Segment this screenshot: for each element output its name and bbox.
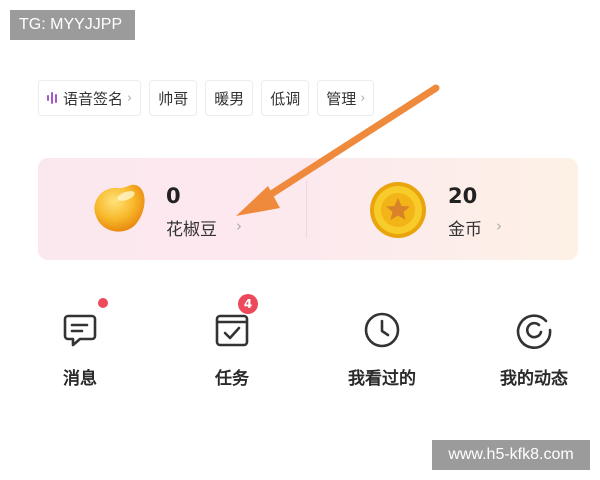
tag-label: 暖男: [214, 89, 245, 108]
menu-item-history[interactable]: 我看过的: [322, 310, 442, 400]
refresh-icon: [516, 314, 552, 349]
profile-tags-row: 语音签名 › 帅哥 暖男 低调 管理 ›: [38, 80, 375, 116]
voice-wave-icon: [47, 92, 57, 104]
tag-label: 低调: [270, 89, 301, 108]
beans-value: 0: [166, 184, 181, 208]
menu-item-my-posts[interactable]: 我的动态: [474, 310, 594, 400]
task-count-badge: 4: [238, 294, 258, 314]
menu-item-label: 我看过的: [348, 369, 416, 389]
menu-item-messages[interactable]: 消息: [20, 298, 140, 400]
beans-label: 花椒豆: [166, 220, 217, 240]
coins-value: 20: [448, 184, 478, 208]
tag-label: 语音签名: [63, 89, 124, 108]
coins-label: 金币: [448, 220, 482, 240]
beans-entry[interactable]: 0 花椒豆 ›: [38, 158, 306, 260]
tag-label: 管理: [326, 89, 357, 108]
tag-handsome[interactable]: 帅哥: [149, 80, 198, 116]
top-watermark: TG: MYYJJPP: [10, 10, 135, 40]
bottom-watermark: www.h5-kfk8.com: [432, 440, 590, 470]
chevron-right-icon: ›: [360, 90, 366, 106]
menu-item-label: 我的动态: [500, 369, 568, 389]
menu-item-tasks[interactable]: 4 任务: [172, 294, 292, 400]
coin-icon: [370, 182, 426, 238]
tag-label: 帅哥: [158, 89, 189, 108]
tag-voice-signature[interactable]: 语音签名 ›: [38, 80, 142, 116]
chevron-right-icon: ›: [496, 217, 502, 235]
chevron-right-icon: ›: [127, 90, 133, 106]
clock-icon: [364, 312, 400, 348]
menu-item-label: 消息: [63, 369, 97, 389]
coins-entry[interactable]: 20 金币 ›: [308, 158, 578, 260]
task-icon: [215, 314, 249, 347]
menu-item-label: 任务: [215, 369, 249, 389]
tag-manage[interactable]: 管理 ›: [317, 80, 375, 116]
wallet-divider: [306, 180, 307, 238]
bean-icon: [94, 184, 145, 232]
tag-warm[interactable]: 暖男: [205, 80, 254, 116]
message-icon: [63, 314, 97, 347]
wallet-card: 0 花椒豆 › 20 金币 ›: [38, 158, 578, 260]
unread-dot: [98, 298, 108, 308]
tag-lowkey[interactable]: 低调: [261, 80, 310, 116]
chevron-right-icon: ›: [236, 217, 242, 235]
